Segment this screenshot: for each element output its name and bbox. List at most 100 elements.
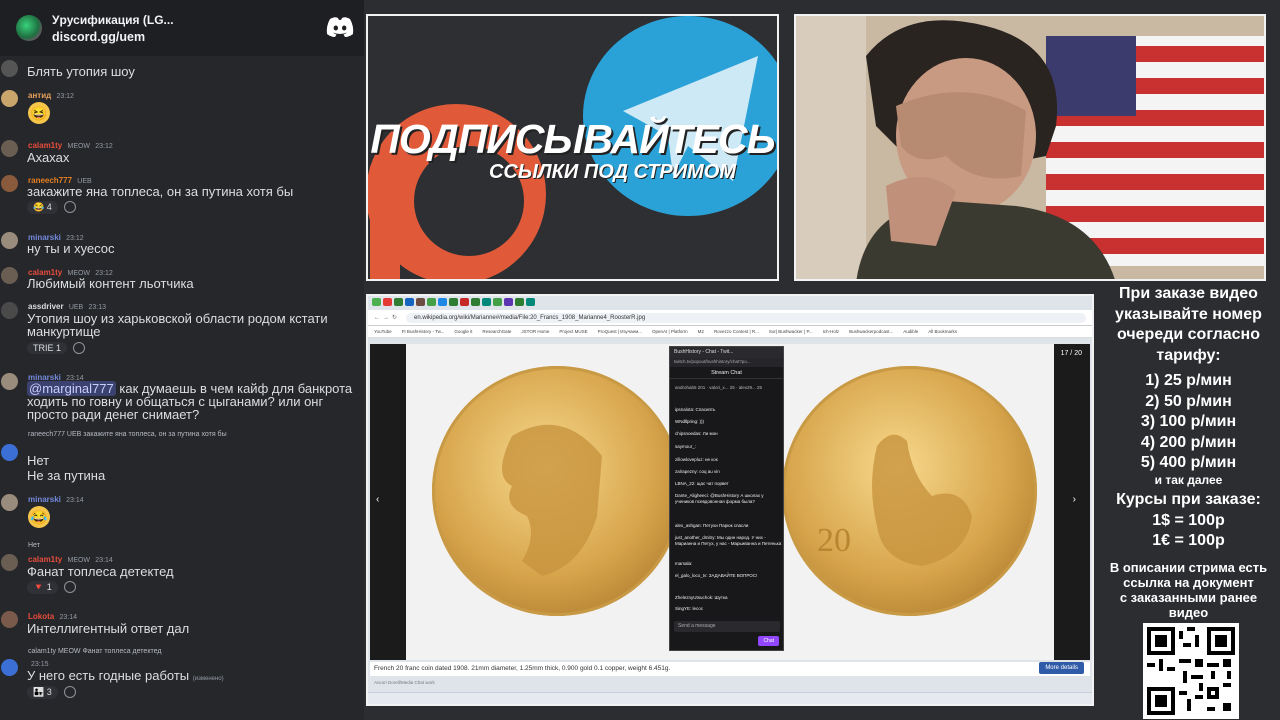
add-reaction-icon[interactable] — [73, 342, 86, 354]
chat-line: chipsnoedas: Ли мон — [675, 431, 718, 436]
popout-url: twitch.tv/popout/bushhistory/chat?po... — [670, 358, 783, 367]
webcam-image — [796, 16, 1264, 279]
reply-preview[interactable]: calam1ty MEOW Фанат топлеса детектед — [28, 648, 161, 655]
avatar[interactable] — [1, 373, 18, 390]
avatar[interactable] — [1, 494, 18, 511]
bookmark-item[interactable]: YouTube — [374, 329, 392, 334]
reaction-pill[interactable]: 😂 4 — [27, 200, 58, 214]
bookmark-item[interactable]: Rovezzo Contest | R... — [714, 329, 759, 334]
chat-button[interactable]: Chat — [758, 636, 779, 646]
role-tag: MEOW — [67, 143, 91, 150]
reaction-pill[interactable]: 🔻 1 — [27, 580, 58, 594]
avatar[interactable] — [1, 140, 18, 157]
tariff-item: 1) 25 р/мин — [1145, 372, 1232, 389]
server-header[interactable]: Уpусификация (LG... discord.gg/uem — [0, 0, 364, 56]
message-header: minarski 23:14 — [28, 495, 84, 504]
message-text: Утопия шоу из харьковской области родом … — [27, 311, 328, 339]
username[interactable]: антид — [28, 91, 51, 100]
coin-reverse: 20 — [782, 366, 1037, 616]
browser-tab[interactable] — [416, 298, 425, 306]
bookmark-item[interactable]: FI BushHistory - Tw... — [402, 329, 445, 334]
avatar[interactable] — [1, 175, 18, 192]
browser-tab[interactable] — [449, 298, 458, 306]
prev-arrow-icon[interactable]: ‹ — [376, 494, 379, 505]
browser-tab[interactable] — [526, 298, 535, 306]
chat-line: Dante_Aligheeci: @BushHistory А школах у… — [675, 493, 764, 504]
add-reaction-icon[interactable] — [63, 581, 76, 593]
username[interactable]: assdriver — [28, 302, 64, 311]
send-message-input[interactable]: Send a message — [674, 621, 780, 632]
info-line: очереди согласно — [1116, 326, 1260, 343]
rate-item: 1$ = 100р — [1152, 511, 1225, 529]
browser-tab[interactable] — [372, 298, 381, 306]
url-field[interactable]: en.wikipedia.org/wiki/Marianne#/media/Fi… — [406, 312, 1086, 323]
browser-tab[interactable] — [471, 298, 480, 306]
bookmark-item[interactable]: Google it — [454, 329, 472, 334]
bookmark-item[interactable]: Audible — [903, 329, 918, 334]
browser-tab[interactable] — [383, 298, 392, 306]
browser-tab[interactable] — [493, 298, 502, 306]
bookmark-item[interactable]: JSTOR Home — [521, 329, 549, 334]
rooster-icon: 20 — [817, 434, 972, 566]
username[interactable]: Lokota — [28, 612, 54, 621]
next-arrow-icon[interactable]: › — [1073, 494, 1076, 505]
message-header: 23:15 — [28, 659, 49, 668]
browser-window[interactable]: ←→↻ en.wikipedia.org/wiki/Marianne#/medi… — [366, 294, 1094, 706]
reaction-count: 1 — [46, 581, 52, 592]
edited-label: (изменено) — [192, 676, 224, 682]
add-reaction-icon[interactable] — [63, 201, 76, 213]
username[interactable]: calam1ty — [28, 555, 62, 564]
avatar[interactable] — [1, 554, 18, 571]
image-author: Ancori Dorell/Media Chat work — [374, 680, 435, 685]
username[interactable]: calam1ty — [28, 141, 62, 150]
timestamp: 23:15 — [31, 661, 49, 668]
browser-tab[interactable] — [438, 298, 447, 306]
browser-tab[interactable] — [504, 298, 513, 306]
reply-preview[interactable]: Нет — [28, 542, 40, 549]
laughing-emoji-icon: 😆 — [28, 102, 50, 124]
server-icon — [16, 15, 42, 41]
bookmark-item[interactable]: M2 — [698, 329, 704, 334]
message-text: Интеллигентный ответ дал — [27, 621, 190, 636]
avatar[interactable] — [1, 302, 18, 319]
browser-tab[interactable] — [482, 298, 491, 306]
browser-tab[interactable] — [394, 298, 403, 306]
bookmark-item[interactable]: Ich-Holz — [823, 329, 840, 334]
avatar[interactable] — [1, 232, 18, 249]
message-header: антид 23:12 — [28, 91, 74, 100]
browser-tab[interactable] — [515, 298, 524, 306]
browser-tab[interactable] — [405, 298, 414, 306]
reply-preview[interactable]: raneech777 UEB закажите яна топлеса, он … — [28, 431, 227, 438]
chat-line: SingYE: lecoc — [675, 606, 704, 611]
chat-line: zalrapezny: coq au vin — [675, 469, 720, 474]
reaction-bar: 🔻 1 — [27, 579, 76, 595]
nav-arrows-icon[interactable]: ←→↻ — [374, 314, 400, 321]
more-details-button[interactable]: More details — [1039, 662, 1084, 674]
reaction-pill[interactable]: 👨‍👧 3 — [27, 685, 58, 699]
add-reaction-icon[interactable] — [63, 686, 76, 698]
bookmark-item[interactable]: ProQuest | Изучаем... — [598, 329, 642, 334]
bookmark-item[interactable]: All Bookmarks — [928, 329, 957, 334]
bookmark-item[interactable]: ResearchGate — [482, 329, 511, 334]
bookmark-item[interactable]: OpenAI | Platform — [652, 329, 688, 334]
timestamp: 23:13 — [88, 304, 106, 311]
message-header: calam1ty MEOW 23:14 — [28, 555, 113, 564]
avatar[interactable] — [1, 659, 18, 676]
browser-tab[interactable] — [427, 298, 436, 306]
avatar[interactable] — [1, 267, 18, 284]
reaction-pill[interactable]: TRIE 1 — [27, 342, 68, 354]
qr-code[interactable] — [1143, 623, 1239, 719]
avatar[interactable] — [1, 611, 18, 628]
avatar[interactable] — [1, 90, 18, 107]
avatar[interactable] — [1, 444, 18, 461]
taskbar[interactable] — [368, 692, 1092, 704]
twitch-chat-popout[interactable]: BushHistory - Chat - Twit... twitch.tv/p… — [669, 346, 784, 651]
avatar[interactable] — [1, 60, 18, 77]
bookmark-item[interactable]: Project MUSE — [559, 329, 587, 334]
bookmark-item[interactable]: Bushwackerpodcast... — [849, 329, 893, 334]
bookmark-item[interactable]: Sor| Bushwacker | P... — [769, 329, 813, 334]
address-bar[interactable]: ←→↻ en.wikipedia.org/wiki/Marianne#/medi… — [368, 310, 1092, 326]
browser-tab[interactable] — [460, 298, 469, 306]
username[interactable]: minarski — [28, 495, 61, 504]
browser-tab-strip[interactable] — [368, 296, 1092, 310]
